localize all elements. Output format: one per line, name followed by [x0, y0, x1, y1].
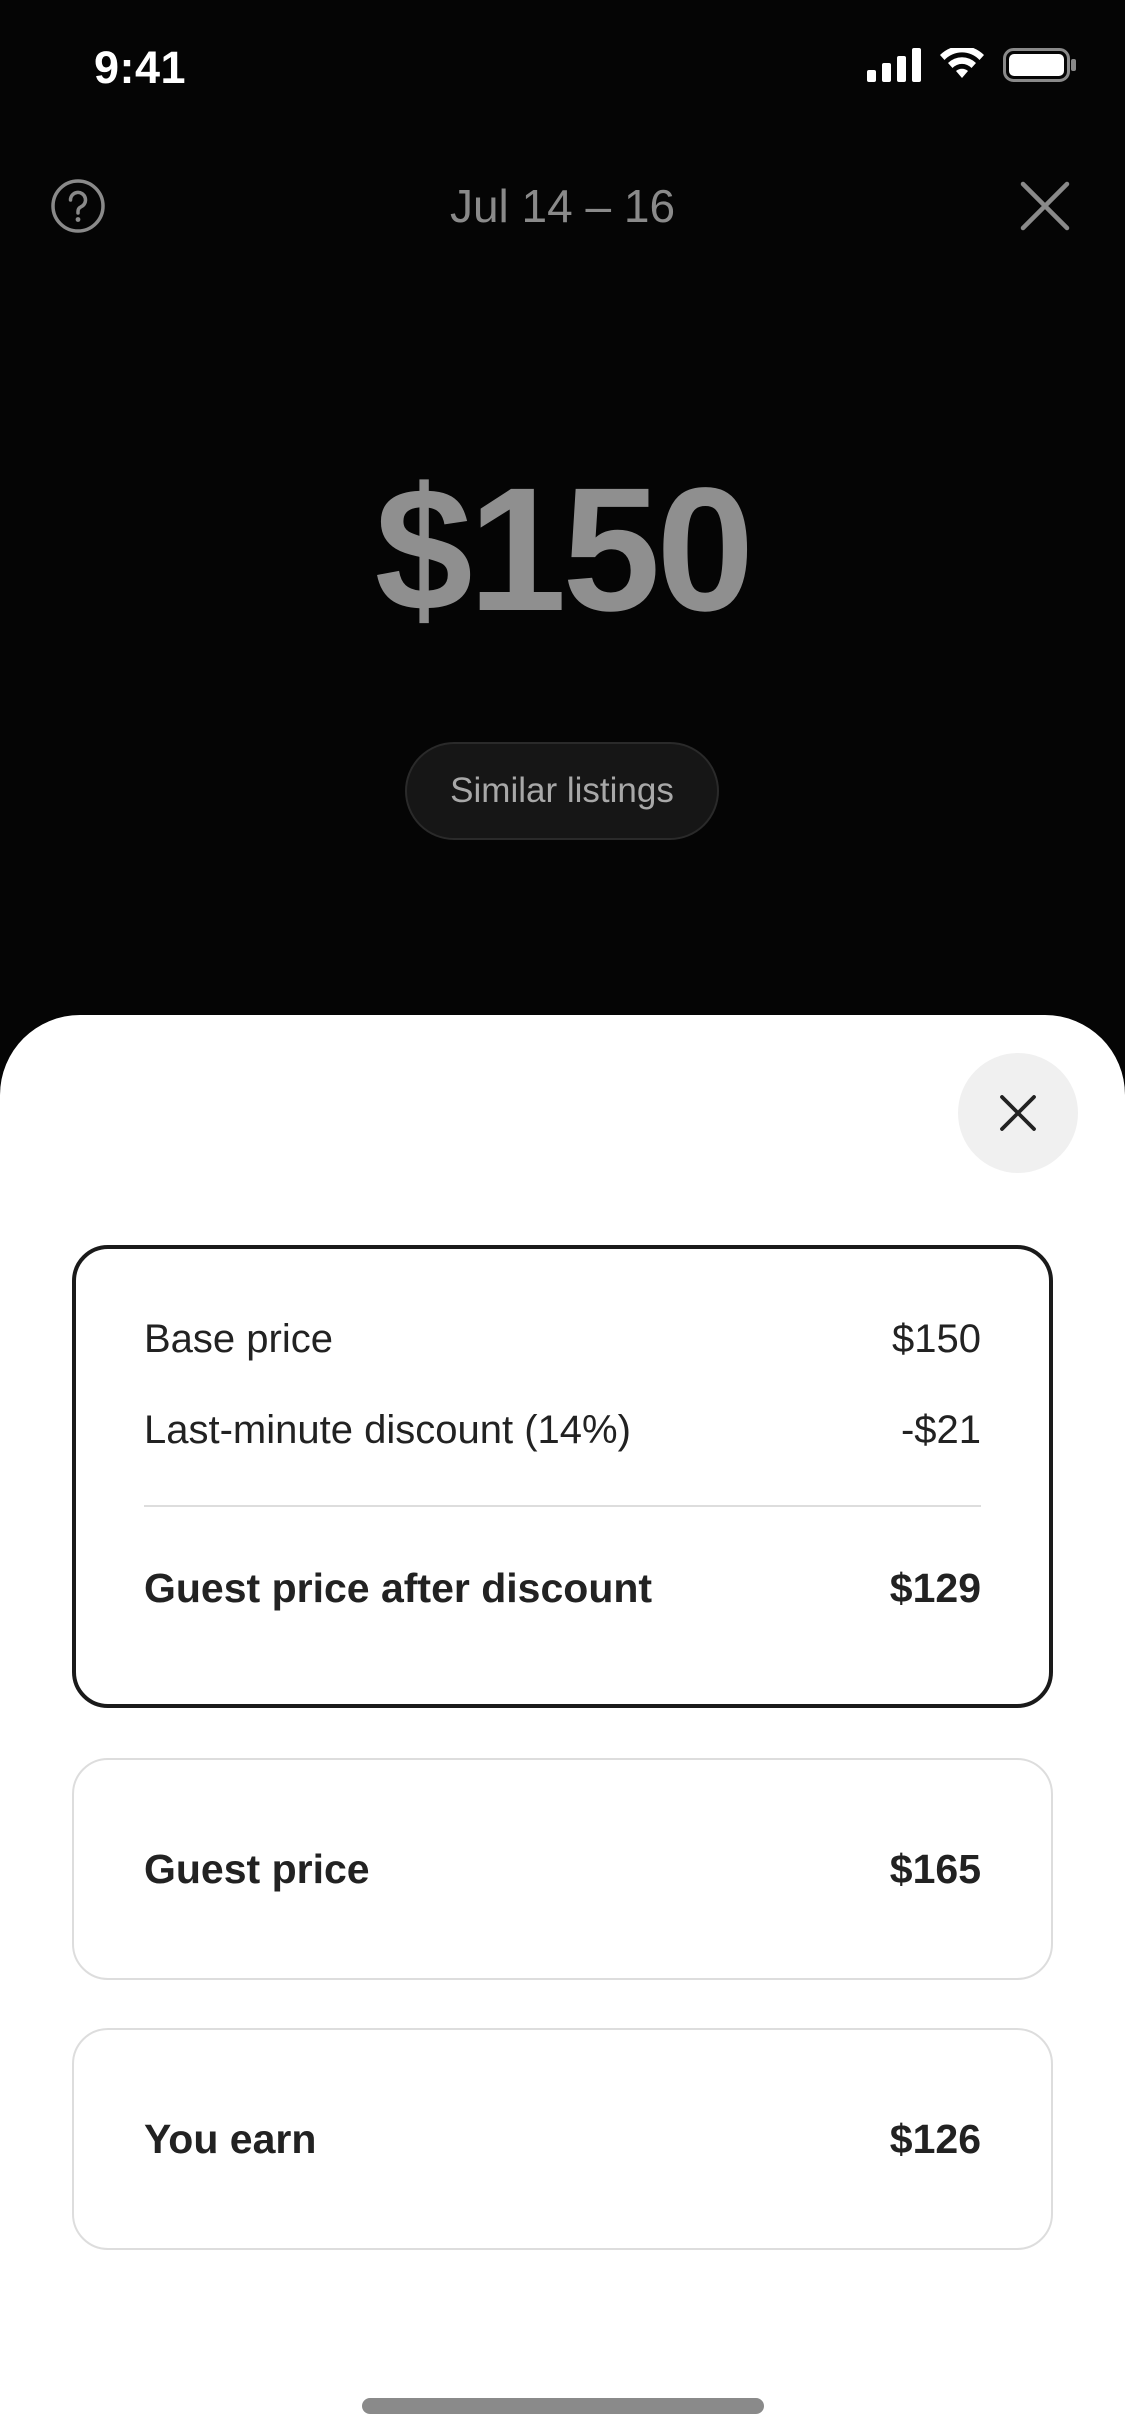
guest-price-after-discount-row: Guest price after discount $129 [144, 1565, 981, 1612]
guest-price-card[interactable]: Guest price $165 [72, 1758, 1053, 1980]
sheet-close-button[interactable] [958, 1053, 1078, 1173]
base-price-row: Base price $150 [144, 1317, 981, 1362]
guest-price-after-discount-value: $129 [889, 1565, 981, 1611]
discount-label: Last-minute discount (14%) [144, 1408, 631, 1452]
wifi-icon [940, 48, 984, 78]
guest-price-after-discount-label: Guest price after discount [144, 1565, 653, 1611]
you-earn-card[interactable]: You earn $126 [72, 2028, 1053, 2250]
signal-icon [867, 48, 921, 82]
breakdown-card[interactable]: Base price $150 Last-minute discount (14… [72, 1245, 1053, 1708]
discount-row: Last-minute discount (14%) -$21 [144, 1408, 981, 1453]
close-icon[interactable] [1017, 178, 1073, 234]
screen: 9:41 Jul 14 – 16 $150 Similar listings B… [0, 0, 1125, 2436]
status-time: 9:41 [94, 42, 187, 93]
base-price-label: Base price [144, 1317, 333, 1361]
discount-value: -$21 [900, 1408, 981, 1452]
you-earn-value: $126 [889, 2115, 981, 2162]
status-icons [867, 48, 1077, 82]
date-range: Jul 14 – 16 [449, 180, 676, 232]
you-earn-label: You earn [144, 2115, 317, 2162]
nightly-price: $150 [374, 452, 755, 648]
guest-price-label: Guest price [144, 1845, 370, 1892]
home-indicator [362, 2398, 764, 2414]
divider [144, 1505, 981, 1507]
close-icon [1000, 1095, 1036, 1131]
price-breakdown-sheet: Base price $150 Last-minute discount (14… [0, 1015, 1125, 2436]
base-price-value: $150 [892, 1317, 981, 1361]
guest-price-value: $165 [889, 1845, 981, 1892]
battery-icon [1003, 48, 1076, 82]
similar-listings-button[interactable]: Similar listings [405, 742, 719, 840]
